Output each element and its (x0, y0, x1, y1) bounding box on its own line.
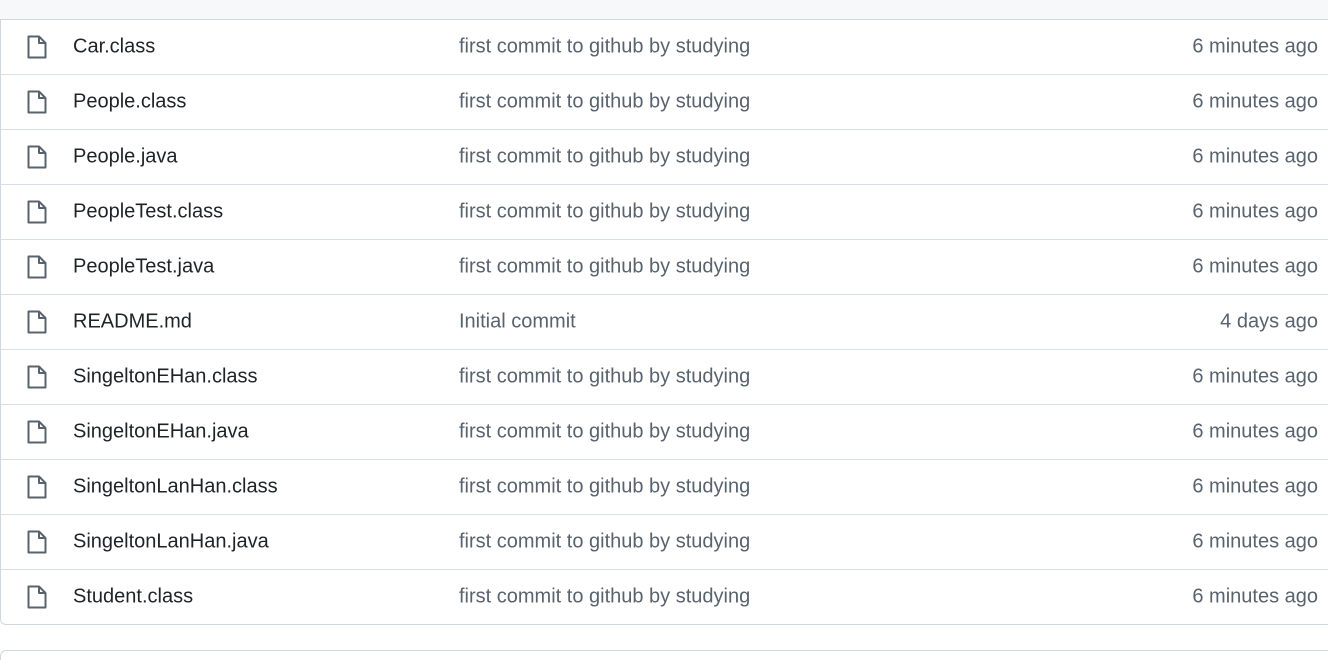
commit-age: 6 minutes ago (1192, 365, 1318, 388)
commit-message-link[interactable]: first commit to github by studying (459, 531, 750, 554)
file-name-link[interactable]: SingeltonEHan.class (73, 366, 258, 389)
commit-age: 6 minutes ago (1192, 255, 1318, 278)
file-name-link[interactable]: SingeltonLanHan.java (73, 531, 269, 554)
file-row[interactable]: Student.class first commit to github by … (1, 569, 1328, 624)
commit-message-link[interactable]: first commit to github by studying (459, 146, 750, 169)
file-icon (26, 529, 48, 555)
commit-age: 6 minutes ago (1192, 200, 1318, 223)
file-row[interactable]: SingeltonLanHan.class first commit to gi… (1, 459, 1328, 514)
file-row[interactable]: SingeltonEHan.class first commit to gith… (1, 349, 1328, 404)
file-name-link[interactable]: People.java (73, 146, 178, 169)
commit-message-link[interactable]: first commit to github by studying (459, 201, 750, 224)
file-table-header (0, 0, 1328, 20)
file-list: Car.class first commit to github by stud… (0, 20, 1328, 625)
commit-message-link[interactable]: first commit to github by studying (459, 256, 750, 279)
commit-age: 6 minutes ago (1192, 35, 1318, 58)
file-name-link[interactable]: SingeltonEHan.java (73, 421, 249, 444)
file-icon (26, 474, 48, 500)
file-name-link[interactable]: SingeltonLanHan.class (73, 476, 278, 499)
commit-age: 4 days ago (1220, 310, 1318, 333)
file-row[interactable]: SingeltonLanHan.java first commit to git… (1, 514, 1328, 569)
commit-message-link[interactable]: first commit to github by studying (459, 91, 750, 114)
file-row[interactable]: People.java first commit to github by st… (1, 129, 1328, 184)
file-row[interactable]: SingeltonEHan.java first commit to githu… (1, 404, 1328, 459)
commit-age: 6 minutes ago (1192, 585, 1318, 608)
commit-age: 6 minutes ago (1192, 475, 1318, 498)
commit-message-link[interactable]: Initial commit (459, 311, 576, 334)
file-icon (26, 199, 48, 225)
file-icon (26, 584, 48, 610)
commit-age: 6 minutes ago (1192, 530, 1318, 553)
commit-message-link[interactable]: first commit to github by studying (459, 476, 750, 499)
file-icon (26, 89, 48, 115)
file-icon (26, 309, 48, 335)
file-name-link[interactable]: People.class (73, 91, 186, 114)
commit-age: 6 minutes ago (1192, 145, 1318, 168)
file-icon (26, 34, 48, 60)
file-icon (26, 419, 48, 445)
file-row[interactable]: PeopleTest.java first commit to github b… (1, 239, 1328, 294)
file-row[interactable]: README.md Initial commit 4 days ago (1, 294, 1328, 349)
commit-message-link[interactable]: first commit to github by studying (459, 421, 750, 444)
readme-box-edge (0, 650, 1328, 660)
file-name-link[interactable]: README.md (73, 311, 192, 334)
file-row[interactable]: PeopleTest.class first commit to github … (1, 184, 1328, 239)
commit-message-link[interactable]: first commit to github by studying (459, 36, 750, 59)
file-name-link[interactable]: PeopleTest.java (73, 256, 214, 279)
file-icon (26, 144, 48, 170)
commit-age: 6 minutes ago (1192, 90, 1318, 113)
file-icon (26, 364, 48, 390)
commit-message-link[interactable]: first commit to github by studying (459, 586, 750, 609)
file-name-link[interactable]: Car.class (73, 36, 155, 59)
file-name-link[interactable]: PeopleTest.class (73, 201, 223, 224)
file-row[interactable]: Car.class first commit to github by stud… (1, 20, 1328, 74)
file-icon (26, 254, 48, 280)
commit-age: 6 minutes ago (1192, 420, 1318, 443)
file-row[interactable]: People.class first commit to github by s… (1, 74, 1328, 129)
file-name-link[interactable]: Student.class (73, 586, 193, 609)
commit-message-link[interactable]: first commit to github by studying (459, 366, 750, 389)
